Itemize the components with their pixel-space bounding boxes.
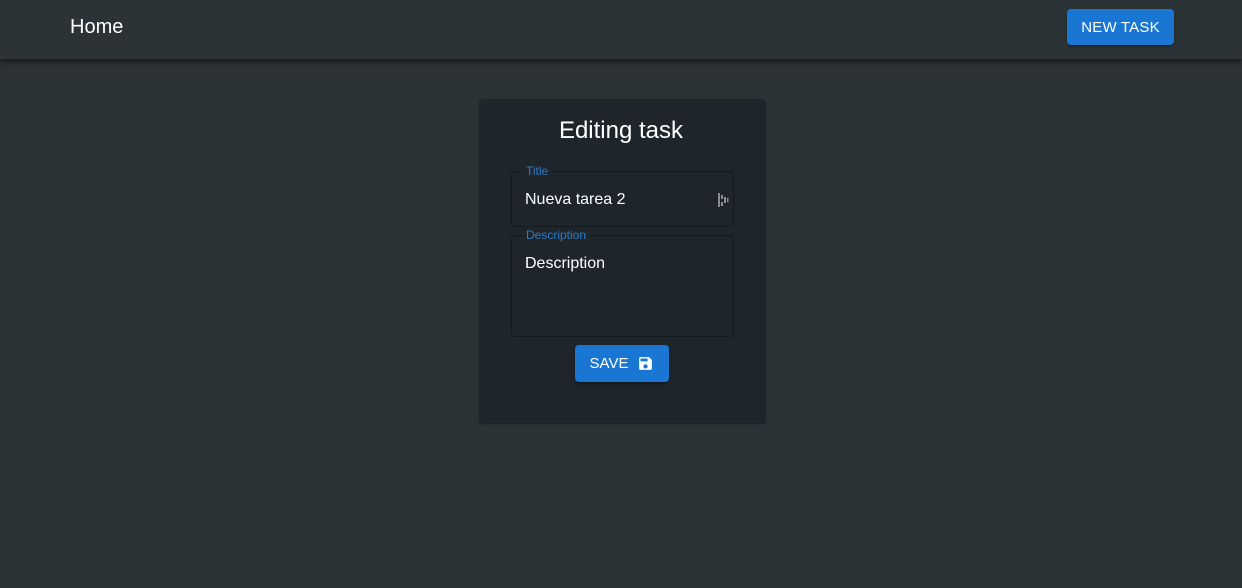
description-input[interactable]	[525, 254, 720, 324]
description-field: Description	[511, 228, 734, 337]
title-input[interactable]	[525, 190, 710, 210]
description-field-label: Description	[522, 228, 591, 242]
new-task-button[interactable]: NEW TASK	[1067, 9, 1174, 45]
app-bar: Home NEW TASK	[0, 0, 1242, 59]
page-title: Editing task	[558, 117, 684, 144]
save-icon	[639, 357, 653, 370]
save-button-label: SAVE	[589, 355, 629, 372]
autofill-icon[interactable]	[717, 192, 729, 208]
home-link[interactable]: Home	[70, 14, 123, 40]
title-field: Title	[511, 164, 734, 227]
save-button[interactable]: SAVE	[575, 345, 669, 382]
title-field-label: Title	[522, 164, 553, 178]
